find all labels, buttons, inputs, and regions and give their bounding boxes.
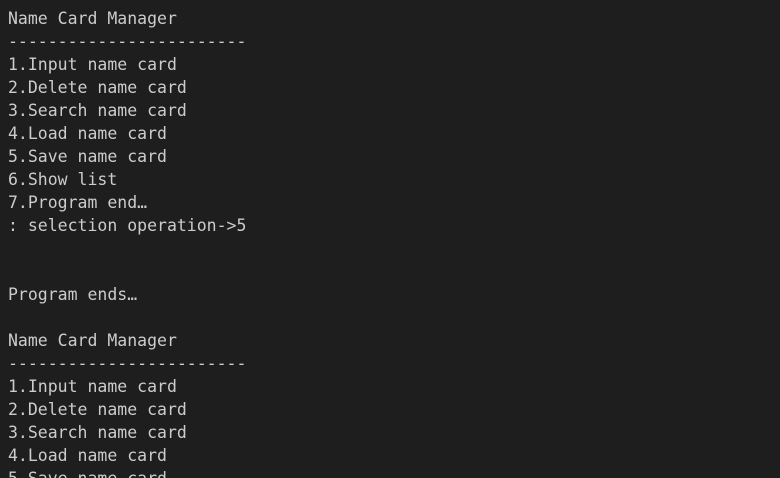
terminal-line: 5.Save name card [8,467,780,478]
terminal-line: 1.Input name card [8,55,177,74]
terminal-line: : selection operation->5 [8,216,247,235]
terminal-line: 5.Save name card [8,147,167,166]
terminal-line: ------------------------ [8,32,247,51]
terminal-line: Name Card Manager [8,9,177,28]
terminal-output[interactable]: Name Card Manager ----------------------… [0,0,780,478]
terminal-line: 3.Search name card [8,101,187,120]
terminal-line: 7.Program end… [8,193,148,212]
terminal-line: Program ends… [8,285,138,304]
terminal-line: ------------------------ [8,354,247,373]
terminal-line: 4.Load name card [8,446,167,465]
terminal-line: 2.Delete name card [8,400,187,419]
terminal-line: 2.Delete name card [8,78,187,97]
terminal-line: 6.Show list [8,170,118,189]
terminal-line: 1.Input name card [8,377,177,396]
terminal-line: Name Card Manager [8,331,177,350]
terminal-line: 4.Load name card [8,124,167,143]
terminal-line: 3.Search name card [8,423,187,442]
